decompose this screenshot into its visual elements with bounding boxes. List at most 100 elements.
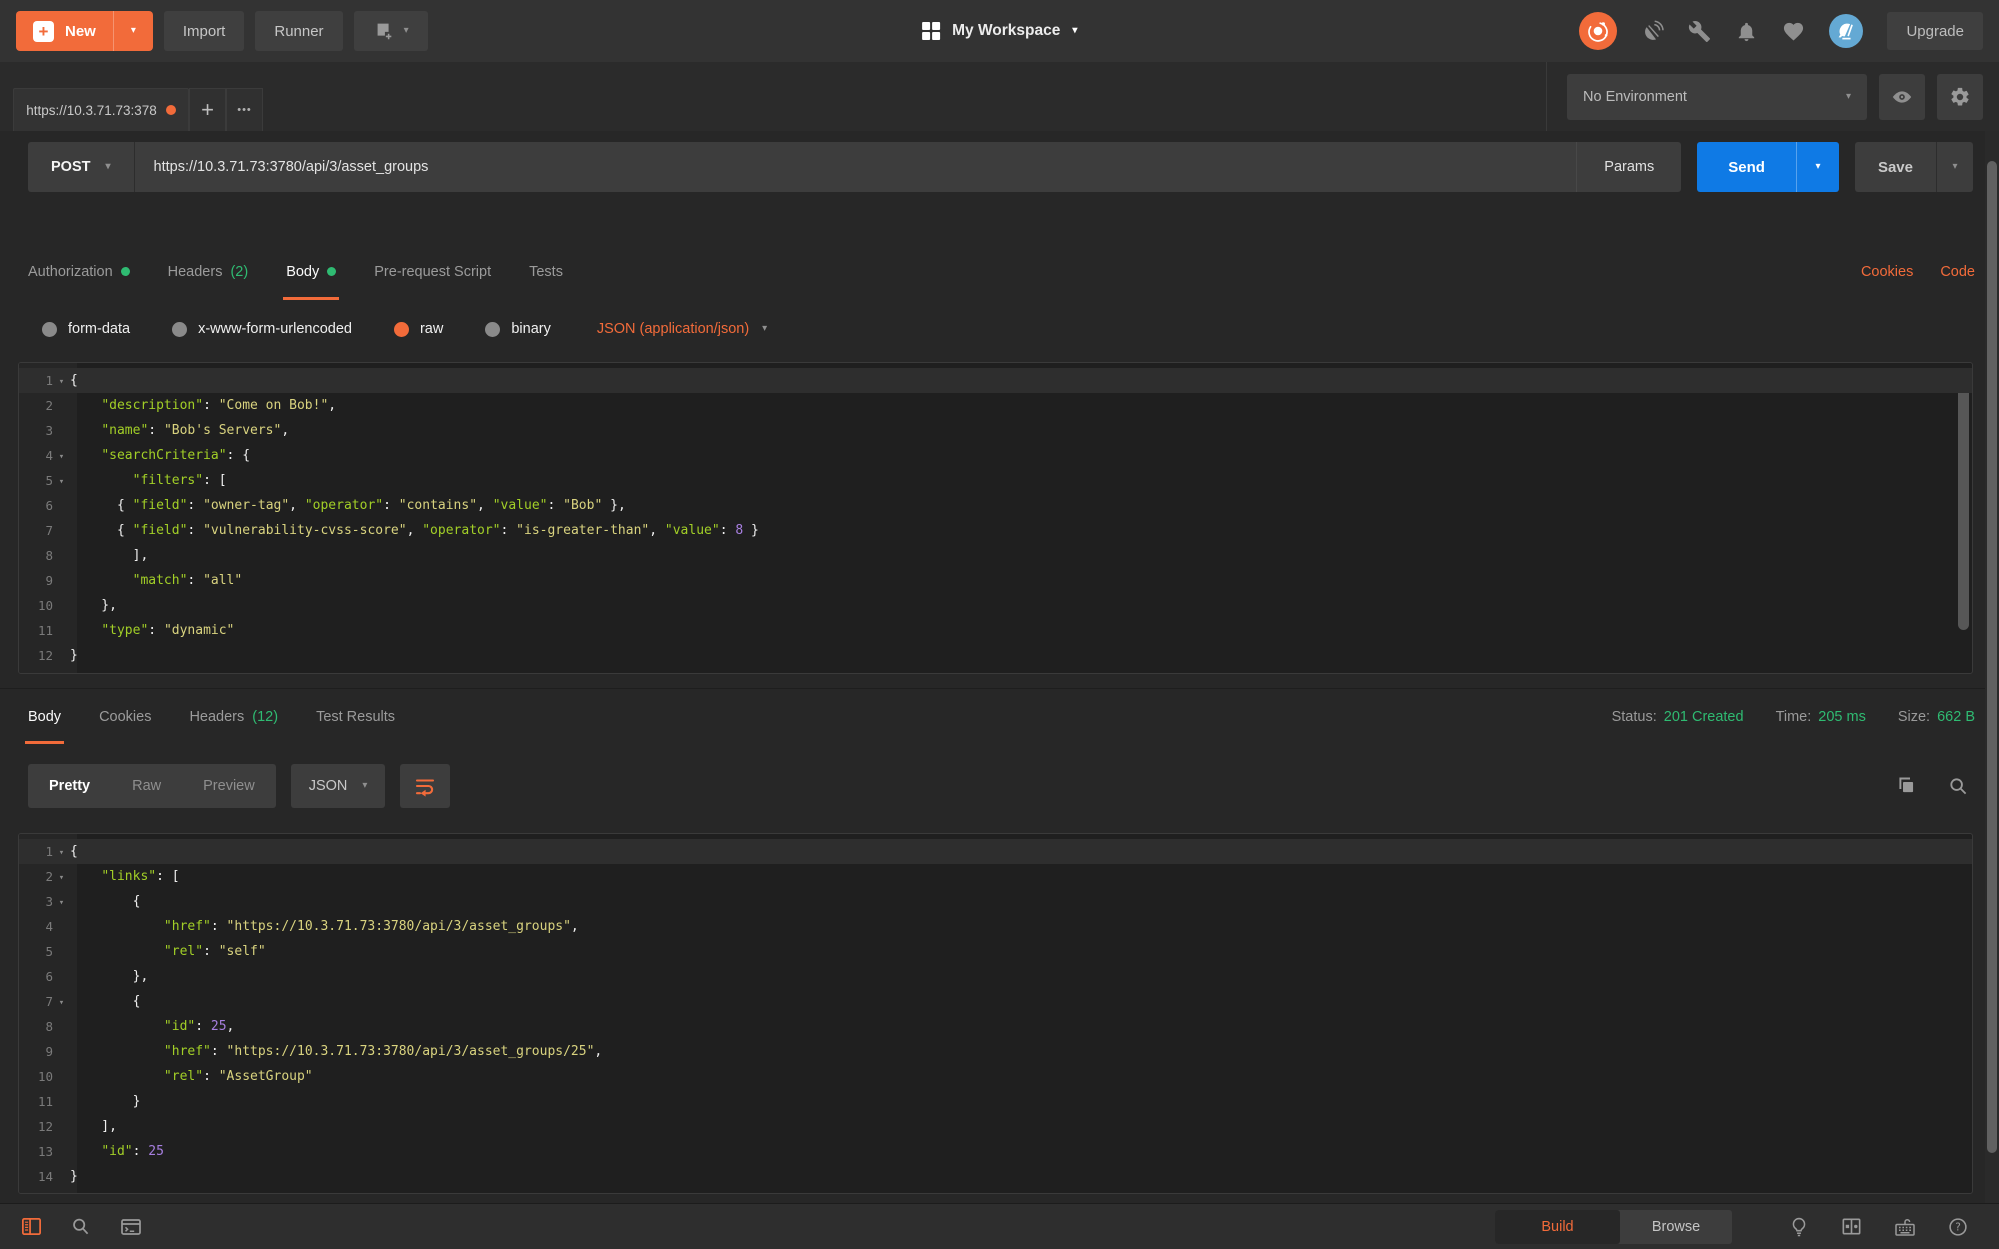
response-tab-test-results[interactable]: Test Results <box>316 689 395 744</box>
code-line[interactable]: 3▾ { <box>19 889 1972 914</box>
code-line[interactable]: 7 { "field": "vulnerability-cvss-score",… <box>19 518 1972 543</box>
copy-icon[interactable] <box>1896 775 1917 796</box>
import-button[interactable]: Import <box>164 11 245 51</box>
browse-toggle[interactable]: Browse <box>1620 1210 1732 1244</box>
sidebar-toggle-icon[interactable] <box>20 1215 43 1238</box>
proxy-icon[interactable] <box>1641 20 1664 43</box>
user-avatar[interactable] <box>1829 14 1863 48</box>
method-select[interactable]: POST ▾ <box>28 142 135 192</box>
wrap-lines-button[interactable] <box>400 764 450 808</box>
keyboard-shortcuts-icon[interactable] <box>1893 1215 1917 1239</box>
find-replace-icon[interactable] <box>70 1216 92 1238</box>
view-preview-button[interactable]: Preview <box>182 778 276 794</box>
two-pane-layout-icon[interactable] <box>1840 1215 1863 1238</box>
code-line[interactable]: 12 ], <box>19 1114 1972 1139</box>
fold-toggle-icon[interactable]: ▾ <box>53 996 70 1008</box>
url-input[interactable]: https://10.3.71.73:3780/api/3/asset_grou… <box>135 159 1577 175</box>
code-line[interactable]: 1▾{ <box>19 368 1972 393</box>
code-line[interactable]: 4 "href": "https://10.3.71.73:3780/api/3… <box>19 914 1972 939</box>
fold-toggle-icon[interactable]: ▾ <box>53 375 70 387</box>
notifications-bell-icon[interactable] <box>1735 20 1758 43</box>
code-line[interactable]: 2▾ "links": [ <box>19 864 1972 889</box>
radio-icon <box>172 322 187 337</box>
tab-body[interactable]: Body <box>286 243 336 300</box>
fold-toggle-icon[interactable]: ▾ <box>53 871 70 883</box>
code-line[interactable]: 5▾ "filters": [ <box>19 468 1972 493</box>
fold-toggle-icon[interactable]: ▾ <box>53 450 70 462</box>
view-raw-button[interactable]: Raw <box>111 778 182 794</box>
code-line[interactable]: 11 "type": "dynamic" <box>19 618 1972 643</box>
code-line[interactable]: 10 "rel": "AssetGroup" <box>19 1064 1972 1089</box>
code-line[interactable]: 11 } <box>19 1089 1972 1114</box>
radio-x-www-form-urlencoded[interactable]: x-www-form-urlencoded <box>172 321 352 337</box>
build-toggle[interactable]: Build <box>1495 1210 1620 1244</box>
new-button[interactable]: + New <box>16 11 113 51</box>
search-icon[interactable] <box>1947 775 1969 797</box>
cookies-link[interactable]: Cookies <box>1861 264 1913 280</box>
code-line[interactable]: 10 }, <box>19 593 1972 618</box>
code-line[interactable]: 3 "name": "Bob's Servers", <box>19 418 1972 443</box>
tab-tests[interactable]: Tests <box>529 243 563 300</box>
radio-binary[interactable]: binary <box>485 321 551 337</box>
save-button[interactable]: Save <box>1855 142 1936 192</box>
workspace-switcher[interactable]: My Workspace ▾ <box>922 22 1078 41</box>
tab-options-button[interactable]: ••• <box>226 88 263 131</box>
main-scrollbar-thumb[interactable] <box>1987 161 1997 1153</box>
code-line[interactable]: 12} <box>19 643 1972 668</box>
code-line[interactable]: 14} <box>19 1164 1972 1189</box>
fold-toggle-icon[interactable]: ▾ <box>53 475 70 487</box>
code-line[interactable]: 9 "href": "https://10.3.71.73:3780/api/3… <box>19 1039 1972 1064</box>
new-window-button[interactable]: ▾ <box>354 11 428 51</box>
params-button[interactable]: Params <box>1576 142 1681 192</box>
code-line[interactable]: 5 "rel": "self" <box>19 939 1972 964</box>
send-dropdown-button[interactable]: ▾ <box>1796 142 1839 192</box>
main-scrollbar[interactable] <box>1985 131 1999 1203</box>
tab-count: (2) <box>230 264 248 280</box>
fold-toggle-icon[interactable]: ▾ <box>53 846 70 858</box>
radio-raw[interactable]: raw <box>394 321 443 337</box>
line-number: 3 <box>19 894 53 909</box>
content-type-select[interactable]: JSON (application/json) ▾ <box>597 321 767 337</box>
help-icon[interactable]: ? <box>1947 1216 1969 1238</box>
console-icon[interactable] <box>119 1215 143 1239</box>
code-line[interactable]: 8 ], <box>19 543 1972 568</box>
send-button[interactable]: Send <box>1697 142 1796 192</box>
response-tab-headers[interactable]: Headers (12) <box>189 689 278 744</box>
sync-status-icon[interactable] <box>1579 12 1617 50</box>
view-pretty-button[interactable]: Pretty <box>28 778 111 794</box>
response-format-select[interactable]: JSON ▾ <box>291 764 386 808</box>
code-line[interactable]: 9 "match": "all" <box>19 568 1972 593</box>
fold-toggle-icon[interactable]: ▾ <box>53 896 70 908</box>
code-line[interactable]: 6 { "field": "owner-tag", "operator": "c… <box>19 493 1972 518</box>
response-body-editor[interactable]: 1▾{2▾ "links": [3▾ {4 "href": "https://1… <box>18 833 1973 1194</box>
tab-prerequest-script[interactable]: Pre-request Script <box>374 243 491 300</box>
code-line[interactable]: 13 "id": 25 <box>19 1139 1972 1164</box>
code-line[interactable]: 7▾ { <box>19 989 1972 1014</box>
upgrade-button[interactable]: Upgrade <box>1887 12 1983 50</box>
code-line[interactable]: 4▾ "searchCriteria": { <box>19 443 1972 468</box>
code-line[interactable]: 6 }, <box>19 964 1972 989</box>
request-tab[interactable]: https://10.3.71.73:378 <box>13 88 189 131</box>
line-number: 11 <box>19 623 53 638</box>
environment-settings-button[interactable] <box>1937 74 1983 120</box>
new-tab-button[interactable]: + <box>189 88 226 131</box>
new-dropdown-button[interactable]: ▾ <box>113 11 153 51</box>
runner-button[interactable]: Runner <box>255 11 342 51</box>
tips-lightbulb-icon[interactable] <box>1788 1216 1810 1238</box>
response-tab-cookies[interactable]: Cookies <box>99 689 151 744</box>
favorites-heart-icon[interactable] <box>1782 20 1805 43</box>
tab-authorization[interactable]: Authorization <box>28 243 130 300</box>
tab-headers[interactable]: Headers (2) <box>168 243 249 300</box>
settings-wrench-icon[interactable] <box>1688 20 1711 43</box>
radio-form-data[interactable]: form-data <box>42 321 130 337</box>
request-body-editor[interactable]: 1▾{2 "description": "Come on Bob!",3 "na… <box>18 362 1973 674</box>
code-line[interactable]: 1▾{ <box>19 839 1972 864</box>
save-dropdown-button[interactable]: ▾ <box>1936 142 1973 192</box>
code-line[interactable]: 2 "description": "Come on Bob!", <box>19 393 1972 418</box>
code-link[interactable]: Code <box>1940 264 1975 280</box>
environment-select[interactable]: No Environment ▾ <box>1567 74 1867 120</box>
environment-preview-button[interactable] <box>1879 74 1925 120</box>
code-line[interactable]: 8 "id": 25, <box>19 1014 1972 1039</box>
response-tab-body[interactable]: Body <box>28 689 61 744</box>
tab-label: Pre-request Script <box>374 264 491 280</box>
